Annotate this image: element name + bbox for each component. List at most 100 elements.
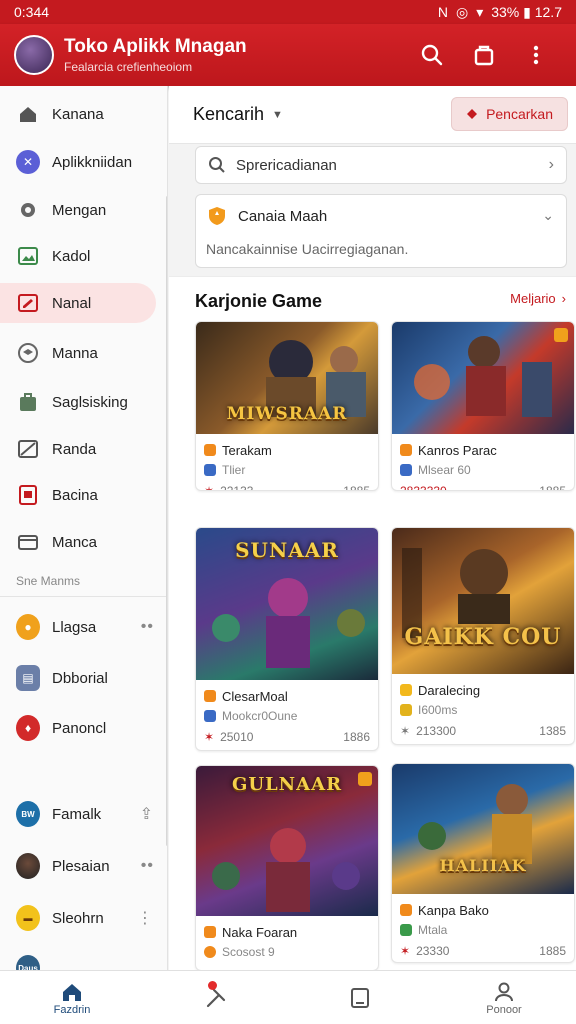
game-card[interactable]: SUNAAR ClesarMoal Mookcr0Oune ✶ 25010 1886 — [195, 527, 379, 751]
notice-card[interactable]: Canaia Maah ⌄ Nancakainnise Uacirregiaga… — [195, 194, 567, 268]
game-title: Kanros Parac — [418, 442, 497, 458]
filter-bar: Kencarih ▼ Pencarkan — [169, 86, 576, 144]
search-action[interactable] — [406, 35, 458, 75]
edit-icon — [16, 291, 40, 315]
game-genre-icon — [204, 926, 216, 938]
sidebar-app-dbborial[interactable]: ▤ Dbborial — [0, 658, 167, 698]
battery-readout: 33% ▮ 12.7 — [491, 3, 562, 20]
game-meta: Terakam Tlier ✶ 22133 1885 — [196, 434, 378, 491]
filter-dropdown[interactable]: Kencarih ▼ — [193, 104, 283, 125]
game-title: Kanpa Bako — [418, 902, 489, 918]
game-meta: Daralecing I600ms ✶ 213300 1385 — [392, 674, 574, 742]
sidebar-item-manca[interactable]: Manca — [0, 522, 167, 562]
game-size: 1885 — [343, 484, 370, 491]
sidebar-app-sleohrn[interactable]: ▬ Sleohrn ⋮ — [0, 898, 167, 938]
main-content: Kencarih ▼ Pencarkan Sprericadianan › Ca… — [169, 86, 576, 971]
orange-app-icon: ● — [16, 614, 40, 640]
sidebar-item-label: Aplikkniidan — [52, 153, 133, 171]
game-card[interactable]: GAIKK COU Daralecing I600ms ✶ 213300 1385 — [391, 527, 575, 745]
game-size: 1885 — [539, 944, 566, 958]
status-time: 0:344 — [14, 4, 50, 20]
sidebar-item-apps[interactable]: ✕ Aplikkniidan — [0, 142, 167, 182]
dev-badge-icon — [204, 946, 216, 958]
sidebar-item-randa[interactable]: Randa — [0, 429, 167, 469]
game-art — [392, 322, 574, 434]
tag-icon — [358, 772, 372, 786]
game-banner: SUNAAR — [235, 538, 339, 562]
sidebar-app-llagsa[interactable]: ● Llagsa •• — [0, 607, 167, 647]
game-developer: I600ms — [418, 703, 458, 717]
nav-label: Ponoor — [486, 1003, 522, 1016]
sidebar-scrollbar[interactable] — [166, 196, 167, 846]
game-title: Naka Foaran — [222, 924, 298, 940]
more-dots-icon[interactable]: •• — [141, 857, 154, 875]
tag-icon — [554, 328, 568, 342]
sidebar-item-home[interactable]: Kanana — [0, 94, 167, 134]
sidebar-item-label: Panoncl — [52, 719, 107, 737]
person-avatar-icon — [16, 853, 40, 879]
game-card[interactable]: Kanros Parac Mlsear 60 2833330 1885 — [391, 321, 575, 491]
sidebar-item-saglsisking[interactable]: Saglsisking — [0, 382, 167, 422]
search-icon — [208, 156, 226, 174]
chevron-down-icon[interactable]: ⌄ — [542, 207, 554, 224]
game-dev-row: Scosost 9 — [204, 942, 370, 962]
app-title: Toko Aplikk Mnagan — [64, 36, 247, 57]
app-bar: Toko Aplikk Mnagan Fealarcia crefienheoi… — [0, 24, 576, 86]
book-icon — [16, 483, 40, 507]
game-developer: Mookcr0Oune — [222, 709, 298, 723]
bottom-nav: Fazdrin Ponoor — [0, 970, 576, 1024]
game-dev-row: I600ms — [400, 700, 566, 720]
game-art: SUNAAR — [196, 528, 378, 680]
nav-profile[interactable]: Ponoor — [432, 971, 576, 1024]
chevron-right-icon: › — [548, 156, 554, 173]
red-app-icon: ♦ — [16, 715, 40, 741]
game-dev-row: Mookcr0Oune — [204, 706, 370, 726]
game-card[interactable]: GULNAAR Naka Foaran Scosost 9 — [195, 765, 379, 971]
app-avatar[interactable] — [14, 35, 54, 75]
search-button-label: Pencarkan — [486, 106, 553, 122]
game-card[interactable]: MIWSRAAR Terakam Tlier ✶ 22133 1885 — [195, 321, 379, 491]
sidebar-app-panoncl[interactable]: ♦ Panoncl — [0, 708, 167, 748]
upload-icon[interactable]: ⇪ — [140, 804, 154, 824]
sidebar-item-settings[interactable]: Mengan — [0, 190, 167, 230]
nav-tools[interactable] — [144, 971, 288, 1024]
home-icon — [63, 983, 81, 1001]
sidebar-item-manna[interactable]: Manna — [0, 333, 167, 373]
game-card[interactable]: HALIIAK Kanpa Bako Mtala ✶ 23330 1885 — [391, 763, 575, 963]
star-icon: ✶ — [400, 724, 411, 738]
cart-action[interactable] — [458, 35, 510, 75]
yellow-app-icon: ▬ — [16, 905, 40, 931]
sidebar-item-kadol[interactable]: Kadol — [0, 236, 167, 276]
sidebar-item-nanal[interactable]: Nanal — [0, 283, 156, 323]
nav-home[interactable]: Fazdrin — [0, 971, 144, 1024]
status-indicators: N ◎ ▾ 33% ▮ 12.7 — [438, 4, 562, 21]
sidebar-item-label: Kadol — [52, 247, 91, 265]
sidebar-app-partial[interactable]: Daus — [0, 948, 167, 970]
sidebar-item-label: Plesaian — [52, 857, 110, 875]
game-art: GULNAAR — [196, 766, 378, 916]
game-stats-row: 2833330 1885 — [400, 480, 566, 490]
more-vert-icon[interactable]: ⋮ — [137, 908, 154, 928]
chevron-right-icon: › — [561, 291, 566, 306]
app-titles: Toko Aplikk Mnagan Fealarcia crefienheoi… — [64, 36, 406, 74]
tools-icon — [206, 988, 226, 1007]
game-genre-icon — [204, 444, 216, 456]
sidebar-app-plesaian[interactable]: Plesaian •• — [0, 846, 167, 886]
overflow-menu[interactable] — [510, 35, 562, 75]
sidebar-item-label: Saglsisking — [52, 393, 128, 411]
sidebar-app-famalk[interactable]: BW Famalk ⇪ — [0, 794, 167, 834]
sidebar-item-label: Kanana — [52, 105, 104, 123]
section-more-link[interactable]: Meljario › — [510, 291, 566, 306]
notice-body: Nancakainnise Uacirregiaganan. — [206, 241, 409, 257]
game-meta: Kanpa Bako Mtala ✶ 23330 1885 — [392, 894, 574, 962]
sidebar-item-label: Sleohrn — [52, 909, 104, 927]
game-dev-row: Tlier — [204, 460, 370, 480]
search-input[interactable]: Sprericadianan › — [195, 146, 567, 184]
search-button[interactable]: Pencarkan — [451, 97, 568, 131]
more-dots-icon[interactable]: •• — [141, 618, 154, 636]
nav-library[interactable] — [288, 971, 432, 1024]
bag-icon — [474, 45, 494, 66]
game-stats-row: ✶ 23330 1885 — [400, 940, 566, 962]
sidebar-item-bacina[interactable]: Bacina — [0, 475, 167, 515]
search-icon — [421, 44, 443, 66]
